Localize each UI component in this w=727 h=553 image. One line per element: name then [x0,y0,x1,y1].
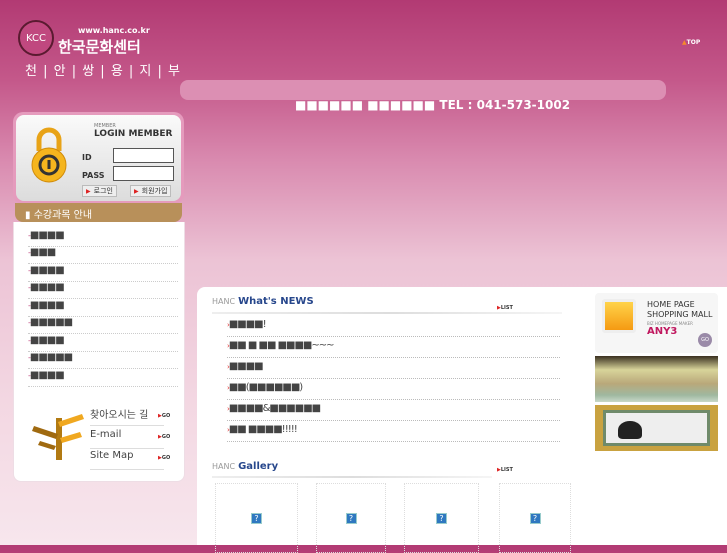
broken-image-icon: ? [345,512,357,524]
news-item[interactable]: ›■■ ■ ■■ ■■■■~~~ [227,337,560,358]
ad-text: HOME PAGE SHOPPING MALL BIZ HOMEPAGE MAKER… [647,300,712,337]
broken-image-icon: ? [436,512,447,524]
login-button[interactable]: ▶ 로그인 [82,185,117,197]
news-item[interactable]: ›■■■■&■■■■■■ [227,400,560,421]
course-label: ■■■■ [29,300,65,311]
id-input[interactable] [113,148,174,163]
course-item[interactable]: -■■■■ [28,282,178,299]
divider [212,476,492,478]
photo-pillow[interactable] [595,356,718,402]
course-label: ■■■ [29,247,56,258]
course-item[interactable]: -■■■■ [28,265,178,282]
news-prefix: HANC [212,297,236,306]
news-label: ■■(■■■■■■) [228,382,303,393]
news-label: ■■■■&■■■■■■ [228,403,321,414]
ad-line1: HOME PAGE [647,300,695,309]
course-title: 수강과목 안내 [33,210,93,221]
list-label: LIST [500,467,513,473]
gallery-item[interactable]: ? [316,483,386,553]
course-item[interactable]: -■■■■ [28,370,178,387]
lock-icon [31,127,67,183]
go-button[interactable]: GO [698,333,712,347]
broken-image-icon: ? [251,512,262,524]
course-label: ■■■■ [29,265,65,276]
news-label: ■■ ■■■■!!!!! [228,424,298,435]
course-item[interactable]: -■■■■ [28,335,178,352]
course-label: ■■■■ [29,282,65,293]
list-label: LIST [500,305,513,311]
join-label: 회원가입 [141,187,168,195]
signpost-icon [32,414,84,460]
go-label: GO [161,434,171,440]
gallery-item[interactable]: ? [499,483,571,553]
course-item[interactable]: -■■■■ [28,300,178,317]
go-button[interactable]: ▶GO [158,413,170,419]
go-label: GO [161,455,171,461]
gallery-header: HANC Gallery [212,461,278,472]
course-item[interactable]: -■■■■■ [28,352,178,369]
left-panel: -■■■■ -■■■ -■■■■ -■■■■ -■■■■ -■■■■■ -■■■… [13,222,185,482]
course-label: ■■■■ [29,370,65,381]
course-label: ■■■■■ [29,317,73,328]
course-label: ■■■■ [29,335,65,346]
photo-frame[interactable] [595,405,718,451]
course-header: ▮ 수강과목 안내 [15,203,182,222]
arrow-icon: ▶ [134,187,139,195]
course-item[interactable]: -■■■■ [28,230,178,247]
news-item[interactable]: ›■■ ■■■■!!!!! [227,421,560,442]
main-content: HANC What's NEWS ▶LIST ›■■■■! ›■■ ■ ■■ ■■… [197,287,727,553]
logo-seal: KCC [18,20,54,56]
login-title: LOGIN MEMBER [94,129,173,139]
site-url: www.hanc.co.kr [78,26,150,35]
join-button[interactable]: ▶ 회원가입 [130,185,172,197]
tel-info: ■■■■■■ ■■■■■■ TEL : 041-573-1002 [295,98,571,112]
news-title: What's NEWS [238,296,314,307]
gallery-title: Gallery [238,461,279,472]
password-input[interactable] [113,166,174,181]
info-icon: ▮ [25,210,34,221]
branch-name: 천 | 안 | 쌍 | 용 | 지 | 부 [25,64,181,79]
sitemap-link[interactable]: Site Map [90,450,164,470]
gallery-item[interactable]: ? [404,483,479,553]
go-button[interactable]: ▶GO [158,455,170,461]
photo-figure [618,421,642,439]
broken-image-icon: ? [529,512,541,524]
go-button[interactable]: ▶GO [158,434,170,440]
top-link[interactable]: ▲TOP [682,39,700,46]
login-box: MEMBER LOGIN MEMBER ID PASS ▶ 로그인 ▶ 회원가입 [13,112,184,204]
course-item[interactable]: -■■■ [28,247,178,264]
news-list-link[interactable]: ▶LIST [497,305,513,311]
directions-link[interactable]: 찾아오시는 길 [90,406,164,426]
news-label: ■■ ■ ■■ ■■■■~~~ [228,340,335,351]
news-item[interactable]: ›■■■■! [227,316,560,337]
news-item[interactable]: ›■■■■ [227,358,560,379]
id-label: ID [82,153,92,162]
nav-bar [180,80,666,100]
any3-banner[interactable]: HOME PAGE SHOPPING MALL BIZ HOMEPAGE MAKER… [595,293,718,353]
divider [212,312,562,314]
course-item[interactable]: -■■■■■ [28,317,178,334]
login-label: 로그인 [93,187,113,195]
course-label: ■■■■ [29,230,65,241]
news-label: ■■■■ [228,361,264,372]
arrow-icon: ▶ [86,187,91,195]
gallery-list-link[interactable]: ▶LIST [497,467,513,473]
news-label: ■■■■! [228,319,267,330]
go-label: GO [161,413,171,419]
ad-line2: SHOPPING MALL [647,310,713,319]
gallery-prefix: HANC [212,462,236,471]
course-label: ■■■■■ [29,352,73,363]
gallery-item[interactable]: ? [215,483,298,553]
monitor-icon [602,299,636,333]
pass-label: PASS [82,171,105,180]
top-label: TOP [686,39,701,46]
email-link[interactable]: E-mail [90,429,164,449]
news-header: HANC What's NEWS [212,296,314,307]
logo-title[interactable]: 한국문화센터 [58,36,141,57]
news-item[interactable]: ›■■(■■■■■■) [227,379,560,400]
